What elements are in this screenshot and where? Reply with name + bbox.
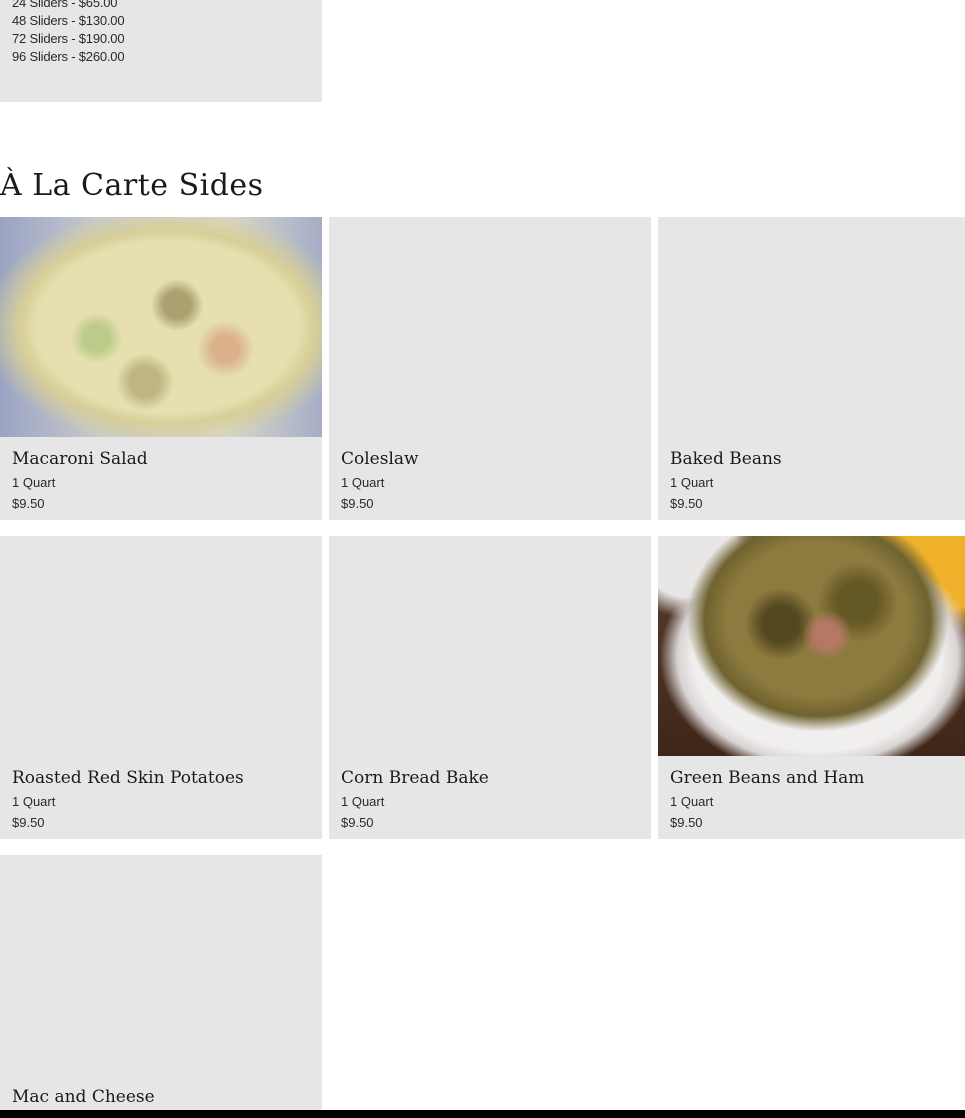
menu-item-green-beans-and-ham[interactable]: Green Beans and Ham 1 Quart $9.50 [658,536,965,839]
item-price: $9.50 [341,815,374,830]
item-name: Macaroni Salad [12,449,148,469]
menu-item-macaroni-salad[interactable]: Macaroni Salad 1 Quart $9.50 [0,217,322,520]
slider-price-line: 72 Sliders - $190.00 [12,31,125,46]
menu-item-baked-beans[interactable]: Baked Beans 1 Quart $9.50 [658,217,965,520]
item-description: 1 Quart [670,794,714,809]
item-price: $9.50 [670,815,703,830]
item-name: Mac and Cheese [12,1087,155,1107]
item-price: $9.50 [341,496,374,511]
image-placeholder [658,217,965,437]
section-title: À La Carte Sides [0,168,264,203]
item-name: Roasted Red Skin Potatoes [12,768,244,788]
image-placeholder [329,536,651,756]
menu-item-mac-and-cheese[interactable]: Mac and Cheese [0,855,322,1110]
item-price: $9.50 [12,496,45,511]
item-price: $9.50 [12,815,45,830]
slider-price-line: 24 Sliders - $65.00 [12,0,118,10]
macaroni-salad-image [0,217,322,437]
item-description: 1 Quart [670,475,714,490]
image-placeholder [0,536,322,756]
item-name: Corn Bread Bake [341,768,489,788]
footer-bar [0,1110,965,1118]
item-description: 1 Quart [341,794,385,809]
item-name: Coleslaw [341,449,419,469]
slider-price-list: 24 Sliders - $65.00 48 Sliders - $130.00… [12,0,125,66]
item-description: 1 Quart [12,794,56,809]
previous-menu-card: 24 Sliders - $65.00 48 Sliders - $130.00… [0,0,322,102]
item-description: 1 Quart [12,475,56,490]
menu-item-roasted-red-skin-potatoes[interactable]: Roasted Red Skin Potatoes 1 Quart $9.50 [0,536,322,839]
item-price: $9.50 [670,496,703,511]
item-name: Green Beans and Ham [670,768,865,788]
menu-item-corn-bread-bake[interactable]: Corn Bread Bake 1 Quart $9.50 [329,536,651,839]
item-name: Baked Beans [670,449,782,469]
slider-price-line: 96 Sliders - $260.00 [12,49,125,64]
image-placeholder [0,855,322,1075]
slider-price-line: 48 Sliders - $130.00 [12,13,125,28]
image-placeholder [329,217,651,437]
green-beans-ham-image [658,536,965,756]
item-description: 1 Quart [341,475,385,490]
menu-item-coleslaw[interactable]: Coleslaw 1 Quart $9.50 [329,217,651,520]
